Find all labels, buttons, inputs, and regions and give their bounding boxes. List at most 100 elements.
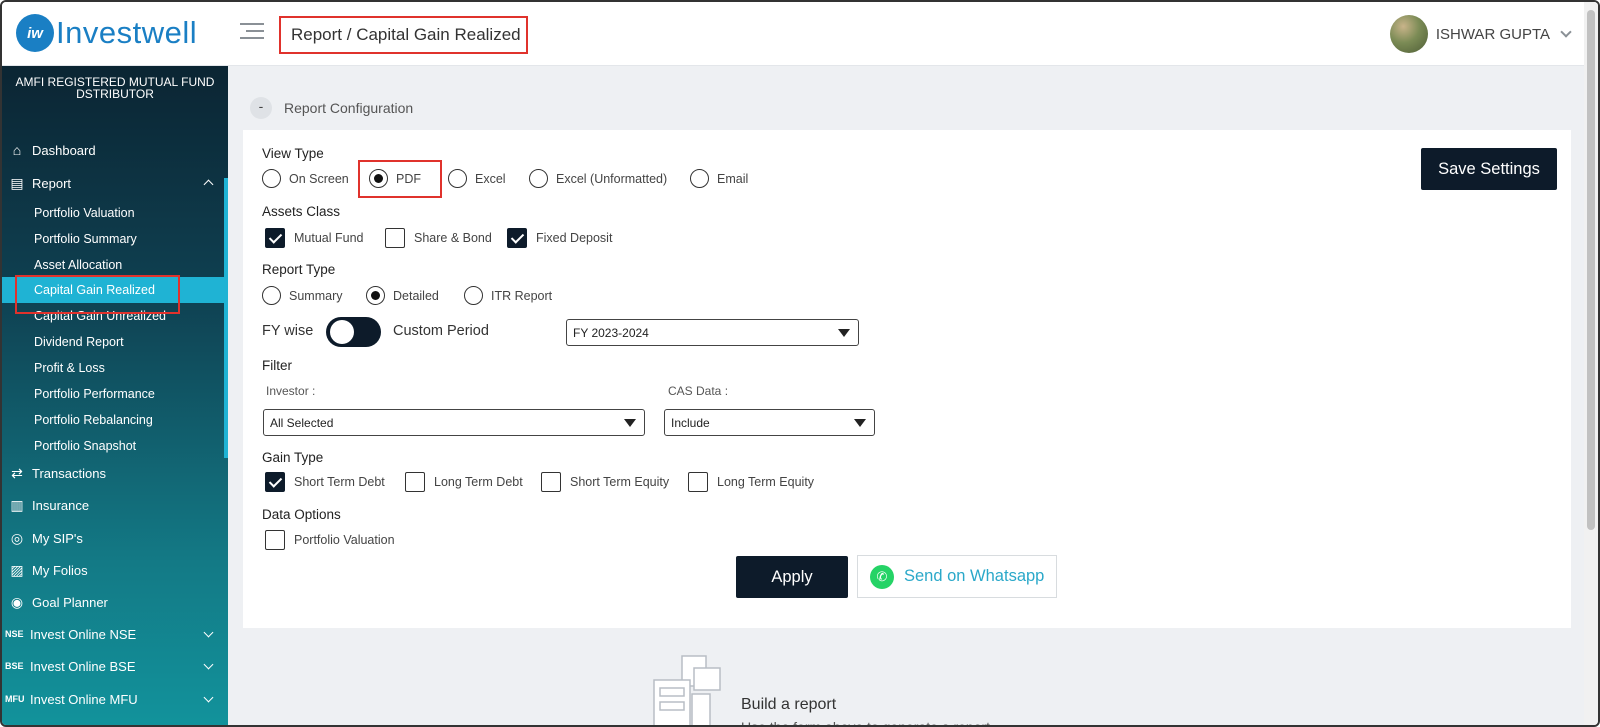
report-type-summary[interactable]: Summary [262,286,342,305]
sidebar-item-label: Insurance [32,497,90,513]
option-label: Detailed [393,288,439,303]
sidebar-sub-portfolio-summary[interactable]: Portfolio Summary [2,226,228,252]
checkbox-checked-icon [507,228,527,248]
breadcrumb: Report / Capital Gain Realized [279,16,528,54]
logo-mark-icon: iw [16,14,54,52]
sidebar-item-label: Invest Online MFU [30,691,138,707]
whatsapp-icon: ✆ [870,564,894,589]
investor-label: Investor : [266,384,316,398]
gain-long-term-equity-checkbox[interactable]: Long Term Equity [688,472,814,492]
select-value: Include [671,415,710,430]
radio-selected-icon [366,286,385,305]
sidebar-sub-profit-loss[interactable]: Profit & Loss [2,355,228,381]
report-type-detailed[interactable]: Detailed [366,286,439,305]
folder-icon: ▨ [10,561,24,578]
gain-short-term-debt-checkbox[interactable]: Short Term Debt [265,472,385,492]
asset-fixed-deposit-checkbox[interactable]: Fixed Deposit [507,228,612,248]
fy-wise-label: FY wise [262,323,314,339]
swap-arrows-icon: ⇄ [11,464,23,481]
checkbox-checked-icon [265,472,285,492]
investor-select[interactable]: All Selected [263,409,645,436]
document-icon: ▥ [10,496,24,513]
page-scrollbar[interactable] [1584,2,1598,725]
report-type-itr[interactable]: ITR Report [464,286,552,305]
radio-icon [464,286,483,305]
user-menu[interactable]: ISHWAR GUPTA [1389,15,1572,53]
sidebar-item-invest-online-nse[interactable]: NSE Invest Online NSE [2,621,228,647]
save-settings-button[interactable]: Save Settings [1421,148,1557,190]
sidebar-item-insurance[interactable]: ▥ Insurance [2,492,228,518]
view-type-excel-unformatted[interactable]: Excel (Unformatted) [529,169,667,188]
send-whatsapp-button[interactable]: ✆ Send on Whatsapp [857,555,1057,598]
sidebar-sub-portfolio-performance[interactable]: Portfolio Performance [2,381,228,407]
avatar [1389,15,1428,53]
collapse-icon[interactable]: - [250,97,272,119]
checkbox-checked-icon [265,228,285,248]
checkbox-icon [385,228,405,248]
sidebar-item-my-sips[interactable]: ◎ My SIP's [2,525,228,551]
checkbox-icon [541,472,561,492]
radio-icon [262,169,281,188]
checkbox-icon [265,530,285,550]
asset-mutual-fund-checkbox[interactable]: Mutual Fund [265,228,363,248]
period-toggle[interactable] [326,317,381,347]
option-label: Long Term Equity [717,475,815,489]
empty-state-subtitle: Use the form above to generate a report [741,719,991,727]
cas-data-label: CAS Data : [668,384,729,398]
highlight-box [15,275,180,314]
gain-long-term-debt-checkbox[interactable]: Long Term Debt [405,472,523,492]
sidebar-item-label: Invest Online NSE [30,626,137,642]
gain-type-label: Gain Type [262,450,324,465]
menu-toggle-icon[interactable] [240,23,264,43]
checkbox-icon [405,472,425,492]
sidebar-item-report[interactable]: ▤ Report [2,170,228,196]
view-type-excel[interactable]: Excel [448,169,506,188]
option-label: Short Term Debt [294,475,385,489]
filter-label: Filter [262,358,292,373]
target-icon: ◉ [10,593,24,610]
select-value: FY 2023-2024 [573,325,649,340]
sidebar-sub-dividend-report[interactable]: Dividend Report [2,329,228,355]
dropdown-arrow-icon [624,419,636,427]
dropdown-arrow-icon [854,419,866,427]
sidebar: AMFI REGISTERED MUTUAL FUND DSTRIBUTOR ⌂… [2,66,228,725]
sidebar-sub-portfolio-rebalancing[interactable]: Portfolio Rebalancing [2,407,228,433]
report-configuration-header[interactable]: - Report Configuration [250,97,413,119]
highlight-box [358,160,442,198]
apply-button[interactable]: Apply [736,556,848,598]
scrollbar-thumb[interactable] [1587,10,1595,530]
sidebar-item-invest-online-mfu[interactable]: MFU Invest Online MFU [2,686,228,712]
gain-short-term-equity-checkbox[interactable]: Short Term Equity [541,472,669,492]
view-type-label: View Type [262,146,324,161]
sidebar-item-dashboard[interactable]: ⌂ Dashboard [2,137,228,163]
option-label: Email [717,171,749,186]
option-label: Portfolio Valuation [294,533,395,547]
radio-icon [529,169,548,188]
data-portfolio-valuation-checkbox[interactable]: Portfolio Valuation [265,530,395,550]
chevron-down-icon [203,659,214,670]
sidebar-item-transactions[interactable]: ⇄ Transactions [2,460,228,486]
fy-select[interactable]: FY 2023-2024 [566,319,859,346]
sidebar-item-goal-planner[interactable]: ◉ Goal Planner [2,589,228,615]
sidebar-item-invest-online-bse[interactable]: BSE Invest Online BSE [2,653,228,679]
empty-state-title: Build a report [741,696,837,713]
checkbox-icon [688,472,708,492]
asset-share-bond-checkbox[interactable]: Share & Bond [385,228,492,248]
data-options-label: Data Options [262,507,341,522]
option-label: Long Term Debt [434,475,523,489]
user-name: ISHWAR GUPTA [1435,25,1550,43]
sidebar-sub-portfolio-valuation[interactable]: Portfolio Valuation [2,200,228,226]
option-label: On Screen [289,171,349,186]
sidebar-sub-portfolio-snapshot[interactable]: Portfolio Snapshot [2,433,228,459]
sidebar-item-my-folios[interactable]: ▨ My Folios [2,557,228,583]
report-type-label: Report Type [262,262,336,277]
mfu-tag-icon: MFU [5,694,25,704]
brand-logo[interactable]: iw Investwell [16,14,197,52]
cas-data-select[interactable]: Include [664,409,875,436]
report-config-card: View Type On Screen PDF Excel Excel (Unf… [243,130,1571,628]
view-type-email[interactable]: Email [690,169,748,188]
sidebar-item-label: Dashboard [32,142,96,158]
view-type-on-screen[interactable]: On Screen [262,169,349,188]
radio-icon [262,286,281,305]
app-window: iw Investwell Report / Capital Gain Real… [0,0,1600,727]
